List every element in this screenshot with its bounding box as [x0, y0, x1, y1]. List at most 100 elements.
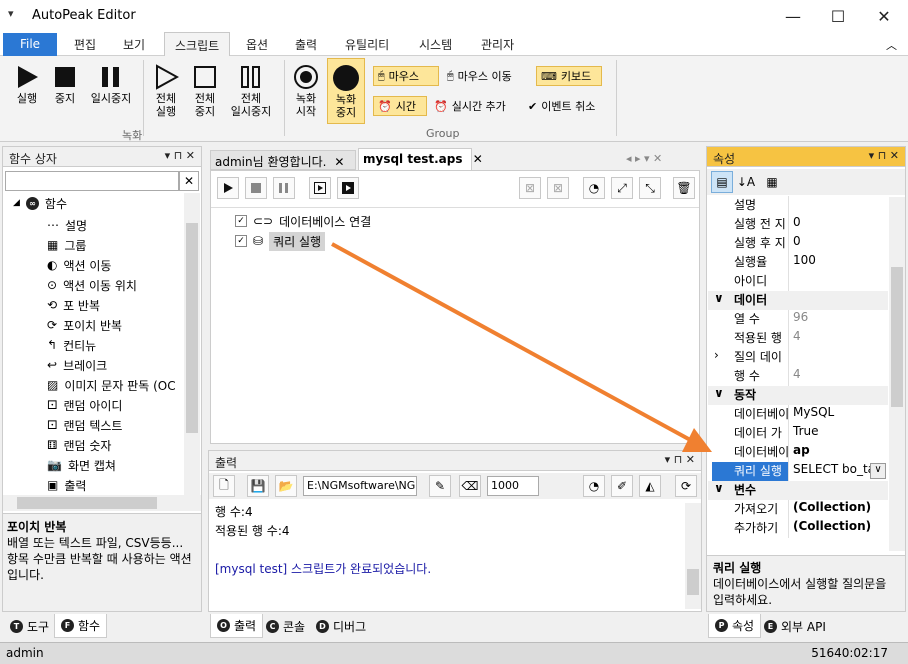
- tree-item[interactable]: ▣ 출력: [47, 475, 86, 495]
- tree-scrollbar[interactable]: [184, 193, 200, 495]
- script-run-button[interactable]: [217, 177, 239, 199]
- doc-tab-mysql[interactable]: mysql test.aps ✕: [358, 148, 483, 170]
- tab-external-api[interactable]: E 외부 API: [758, 614, 832, 638]
- doc-tab-welcome[interactable]: admin님 환영합니다. ✕: [210, 150, 356, 170]
- tab-functions[interactable]: F 함수: [54, 614, 108, 638]
- property-row[interactable]: 데이터 가 True: [708, 424, 888, 443]
- run-button[interactable]: 실행: [8, 62, 46, 105]
- doc-nav-icons[interactable]: ◂ ▸ ▾ ✕: [626, 152, 662, 165]
- tree-item[interactable]: ▦ 그룹: [47, 235, 86, 255]
- mouse-button[interactable]: 🖱 마우스: [373, 66, 439, 86]
- panel-controls-icon[interactable]: ▾ ⊓ ✕: [165, 149, 195, 162]
- property-row[interactable]: 적용된 행4: [708, 329, 888, 348]
- clean-button[interactable]: ✎: [429, 475, 451, 497]
- tab-view[interactable]: 보기: [113, 32, 155, 56]
- eraser-button[interactable]: ⌫: [459, 475, 481, 497]
- stop-all-button[interactable]: 전체 중지: [187, 62, 223, 118]
- realtime-add-button[interactable]: ⏰ 실시간 추가: [430, 96, 510, 116]
- tab-tools[interactable]: T 도구: [4, 614, 55, 638]
- property-row[interactable]: 실행 전 지0: [708, 215, 888, 234]
- pause-button[interactable]: 일시중지: [86, 62, 136, 105]
- collapse-button[interactable]: ⤡: [639, 177, 661, 199]
- tab-properties[interactable]: P 속성: [708, 614, 762, 638]
- tree-item[interactable]: ↩ 브레이크: [47, 355, 107, 375]
- expand-button[interactable]: ⤢: [611, 177, 633, 199]
- clock-button[interactable]: ◔: [583, 475, 605, 497]
- mouse-move-button[interactable]: 🖱 마우스 이동: [443, 66, 516, 86]
- tree-item[interactable]: ⟳ 포이치 반복: [47, 315, 122, 335]
- checkbox[interactable]: ✓: [235, 235, 247, 247]
- property-row[interactable]: 데이터베이 ap: [708, 443, 888, 462]
- new-file-button[interactable]: 🗋: [213, 475, 235, 497]
- maximize-button[interactable]: ☐: [815, 0, 861, 32]
- tree-item[interactable]: ⚅ 랜덤 숫자: [47, 435, 111, 455]
- script-line[interactable]: ✓ ⊂⊃ 데이터베이스 연결: [235, 211, 371, 231]
- property-row[interactable]: 아이디: [708, 272, 888, 291]
- record-stop-button[interactable]: 녹화 중지: [327, 58, 365, 124]
- open-folder-button[interactable]: 📂: [275, 475, 297, 497]
- time-button[interactable]: ⏰ 시간: [373, 96, 427, 116]
- tree-item[interactable]: ⊙ 액션 이동 위치: [47, 275, 137, 295]
- tab-output-panel[interactable]: O 출력: [210, 614, 264, 638]
- script-pause-button[interactable]: [273, 177, 295, 199]
- tree-item[interactable]: ↰ 컨티뉴: [47, 335, 96, 355]
- tree-hscrollbar[interactable]: [3, 495, 201, 511]
- minimize-button[interactable]: —: [770, 0, 816, 32]
- property-row[interactable]: 실행율 100: [708, 253, 888, 272]
- tree-root[interactable]: ◢ ∞ 함수: [13, 193, 67, 213]
- property-row[interactable]: 데이터베이 MySQL: [708, 405, 888, 424]
- close-button[interactable]: ✕: [861, 0, 907, 32]
- property-row[interactable]: 실행 후 지0: [708, 234, 888, 253]
- keyboard-button[interactable]: ⌨ 키보드: [536, 66, 602, 86]
- panel-controls-icon[interactable]: ▾ ⊓ ✕: [869, 149, 899, 162]
- save-button[interactable]: 💾: [247, 475, 269, 497]
- tab-debug[interactable]: D 디버그: [310, 614, 372, 638]
- search-input[interactable]: [5, 171, 179, 191]
- window-menu-icon[interactable]: ▾: [8, 7, 14, 20]
- script-step-over-button[interactable]: [337, 177, 359, 199]
- tab-options[interactable]: 옵션: [236, 32, 278, 56]
- property-row[interactable]: › 질의 데이: [708, 348, 888, 367]
- property-row[interactable]: 설명: [708, 196, 888, 215]
- tab-file[interactable]: File: [3, 33, 57, 56]
- tab-utility[interactable]: 유틸리티: [335, 32, 399, 56]
- tab-script[interactable]: 스크립트: [164, 32, 231, 57]
- property-pages-button[interactable]: ▦: [761, 171, 783, 193]
- tree-item[interactable]: ⚀ 랜덤 텍스트: [47, 415, 122, 435]
- timer-button[interactable]: ◔: [583, 177, 605, 199]
- checkbox[interactable]: ✓: [235, 215, 247, 227]
- pause-all-button[interactable]: 전체 일시중지: [225, 62, 277, 118]
- record-start-button[interactable]: 녹화 시작: [288, 62, 324, 118]
- script-step-button[interactable]: [309, 177, 331, 199]
- tree-item[interactable]: ◐ 액션 이동: [47, 255, 111, 275]
- property-row[interactable]: 열 수 96: [708, 310, 888, 329]
- clear-search-button[interactable]: ✕: [179, 171, 199, 191]
- script-line-selected[interactable]: ✓ ⛁ 쿼리 실행: [235, 231, 326, 251]
- tree-item[interactable]: ⚀ 랜덤 아이디: [47, 395, 122, 415]
- trash-button[interactable]: 🗑: [673, 177, 695, 199]
- stop-button[interactable]: 중지: [48, 62, 82, 105]
- property-category[interactable]: ∨ 변수: [708, 481, 888, 500]
- tab-system[interactable]: 시스템: [409, 32, 462, 56]
- property-row[interactable]: 추가하기 (Collection): [708, 519, 888, 538]
- tab-output[interactable]: 출력: [285, 32, 327, 56]
- fill-button[interactable]: ◭: [639, 475, 661, 497]
- tab-admin[interactable]: 관리자: [471, 32, 524, 56]
- property-row[interactable]: 쿼리 실행 SELECT bo_tal ∨: [708, 462, 888, 481]
- property-row[interactable]: 가져오기 (Collection): [708, 500, 888, 519]
- alphabetical-button[interactable]: ↓A: [735, 171, 757, 193]
- collapse-ribbon-icon[interactable]: ︿: [886, 37, 897, 53]
- tree-item[interactable]: ⋯ 설명: [47, 215, 87, 235]
- line-count-input[interactable]: 1000: [487, 476, 539, 496]
- tree-item[interactable]: ⟲ 포 반복: [47, 295, 100, 315]
- tab-console[interactable]: C 콘솔: [260, 614, 311, 638]
- delete-button[interactable]: ⊠: [519, 177, 541, 199]
- tab-edit[interactable]: 편집: [64, 32, 106, 56]
- path-input[interactable]: E:\NGMsoftware\NG: [303, 476, 417, 496]
- run-all-button[interactable]: 전체 실행: [148, 62, 184, 118]
- delete-all-button[interactable]: ⊠: [547, 177, 569, 199]
- tree-item[interactable]: 📷 화면 캡쳐: [47, 455, 116, 475]
- script-stop-button[interactable]: [245, 177, 267, 199]
- property-category[interactable]: ∨ 동작: [708, 386, 888, 405]
- property-category[interactable]: ∨ 데이터: [708, 291, 888, 310]
